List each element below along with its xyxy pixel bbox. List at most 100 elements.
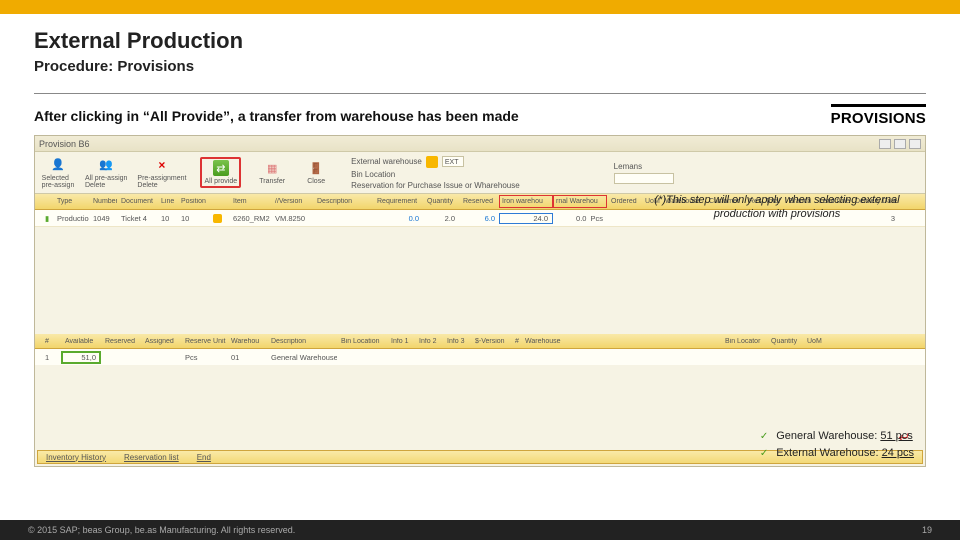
ext-wh-label: External warehouse	[351, 157, 422, 166]
reservation-label: Reservation for Purchase Issue or Whareh…	[351, 181, 520, 190]
close-button[interactable]	[909, 139, 921, 149]
transfer-icon: ▦	[264, 160, 280, 176]
window-title: Provision B6	[39, 139, 90, 149]
general-wh-label: General Warehouse:	[776, 430, 880, 442]
cell: 0.0	[373, 214, 423, 223]
ext-wh-value: EXT	[443, 159, 459, 166]
col-h: $-Version	[471, 338, 511, 345]
all-provide-button[interactable]: ⇄ All provide	[200, 157, 241, 188]
window-titlebar: Provision B6	[35, 136, 925, 152]
cell: 24.0	[533, 214, 548, 223]
col-h: Line	[157, 198, 177, 205]
col-h: Available	[61, 338, 101, 345]
selected-preassign-button[interactable]: 👤Selected pre-assign	[41, 157, 75, 189]
check-icon: ✓	[760, 431, 768, 442]
all-preassign-label: All pre-assign Delete	[85, 175, 127, 189]
lookup-icon[interactable]	[213, 214, 222, 223]
maximize-button[interactable]	[894, 139, 906, 149]
slide-header: External Production Procedure: Provision…	[0, 14, 960, 83]
close-label: Close	[307, 178, 325, 185]
col-h: Assigned	[141, 338, 181, 345]
lookup-icon[interactable]	[426, 156, 438, 168]
available-cell: 51,0	[81, 353, 96, 362]
cell: 10	[157, 214, 177, 223]
cell: 10	[177, 214, 209, 223]
intro-note: After clicking in “All Provide”, a trans…	[34, 108, 519, 124]
app-screenshot: Provision B6 👤Selected pre-assign 👥 All p…	[34, 135, 926, 467]
people-icon: 👥	[98, 157, 114, 173]
cell: 6.0	[459, 214, 499, 223]
col-h: UoM	[803, 338, 827, 345]
minimize-button[interactable]	[879, 139, 891, 149]
all-provide-label: All provide	[204, 178, 237, 185]
col-h: #	[41, 338, 51, 345]
col-h: Reserved	[101, 338, 141, 345]
col-h: Info 3	[443, 338, 471, 345]
cell: Pcs	[181, 353, 227, 362]
col-h: Info 2	[415, 338, 443, 345]
window-controls	[879, 139, 921, 149]
all-preassign-button[interactable]: 👥 All pre-assign Delete	[85, 157, 127, 189]
check-icon: ✓	[760, 448, 768, 459]
col-h: Quantity	[767, 338, 803, 345]
col-h: Bin Location	[337, 338, 387, 345]
reservation-list-button[interactable]: Reservation list	[124, 453, 179, 462]
copyright: © 2015 SAP; beas Group, be.as Manufactur…	[28, 525, 295, 535]
cell: 0.0	[576, 214, 586, 223]
col-h: #	[511, 338, 521, 345]
col-h: Iron warehou	[499, 195, 553, 208]
slide-footer: © 2015 SAP; beas Group, be.as Manufactur…	[0, 520, 960, 540]
col-h: Document	[117, 198, 157, 205]
cell: Production	[53, 214, 89, 223]
flag-icon: ▮	[45, 214, 49, 223]
page-number: 19	[922, 525, 932, 535]
col-h: Quantity	[423, 198, 459, 205]
preassignment-delete-button[interactable]: × Pre-assignment Delete	[137, 157, 186, 189]
external-wh-label: External Warehouse:	[776, 447, 881, 459]
cell: Ticket 4	[117, 214, 157, 223]
col-h: Warehou	[227, 338, 267, 345]
cell: 1049	[89, 214, 117, 223]
col-h: //Version	[271, 198, 313, 205]
col-h: Reserve Unit	[181, 338, 227, 345]
col-h: Bin Locator	[721, 338, 767, 345]
toolbar: 👤Selected pre-assign 👥 All pre-assign Del…	[35, 152, 925, 194]
col-h: Item	[229, 198, 271, 205]
col-h: Type	[53, 198, 89, 205]
warehouse-fields: External warehouse EXT Bin Location Reser…	[351, 156, 520, 190]
cell: Pcs	[590, 214, 603, 223]
bottom-grid-row[interactable]: 1 51,0 Pcs 01 General Warehouse	[35, 349, 925, 365]
x-icon: ×	[154, 157, 170, 173]
col-h: Ordered	[607, 198, 641, 205]
inventory-history-button[interactable]: Inventory History	[46, 453, 106, 462]
col-h: rnal Warehou	[553, 195, 607, 208]
col-h: Warehouse	[521, 338, 581, 345]
transfer-button[interactable]: ▦ Transfer	[255, 160, 289, 185]
bin-loc-label: Bin Location	[351, 170, 395, 179]
col-h: Description	[313, 198, 373, 205]
cell: 01	[227, 353, 267, 362]
end-button[interactable]: End	[197, 453, 211, 462]
transfer-label: Transfer	[259, 178, 285, 185]
provisions-callout: PROVISIONS	[831, 104, 926, 127]
door-icon: 🚪	[308, 160, 324, 176]
col-h: Position	[177, 198, 209, 205]
preassignment-delete-label: Pre-assignment Delete	[137, 175, 186, 189]
general-wh-qty: 51 pcs	[880, 430, 912, 442]
page-subtitle: Procedure: Provisions	[34, 58, 926, 75]
cell: General Warehouse	[267, 353, 337, 362]
bottom-grid-header: # Available Reserved Assigned Reserve Un…	[35, 334, 925, 349]
close-toolbar-button[interactable]: 🚪 Close	[299, 160, 333, 185]
divider	[34, 93, 926, 94]
person-icon: 👤	[50, 157, 66, 173]
cell: VM.8250	[271, 214, 313, 223]
ext-wh-input[interactable]: EXT	[442, 156, 464, 167]
col-h: Reserved	[459, 198, 499, 205]
cell: 2.0	[423, 214, 459, 223]
page-title: External Production	[34, 28, 926, 54]
note-row: After clicking in “All Provide”, a trans…	[0, 104, 960, 135]
cell-icon	[209, 214, 229, 223]
transfer-arrows-icon: ⇄	[213, 160, 229, 176]
lemans-input[interactable]	[614, 173, 674, 184]
cell: 6260_RM2	[229, 214, 271, 223]
